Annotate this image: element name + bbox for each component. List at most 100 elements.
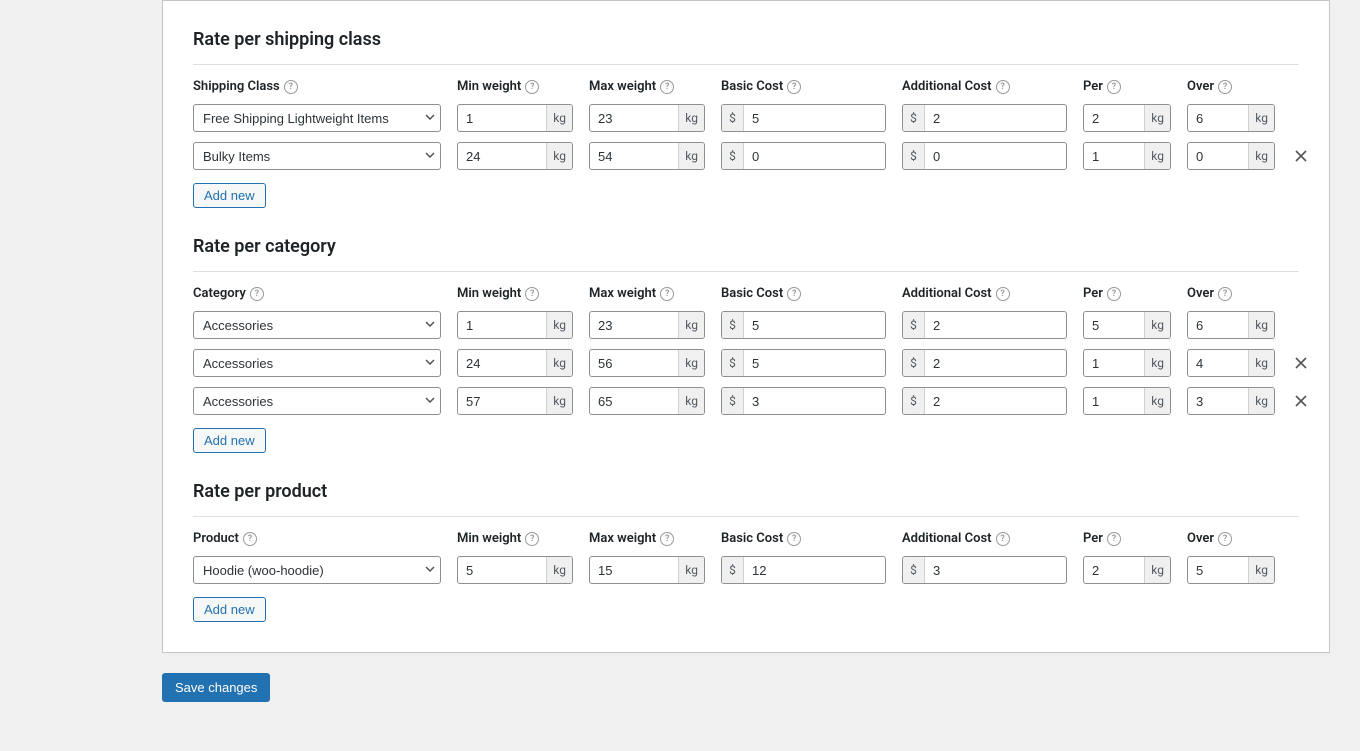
basic-cost-input[interactable] <box>744 557 885 583</box>
help-icon[interactable]: ? <box>787 532 801 546</box>
per-input[interactable] <box>1084 557 1144 583</box>
col-additional-cost: Additional Cost? <box>902 286 1067 301</box>
rate-row: Bulky Itemskgkg$$kgkg <box>193 142 1299 170</box>
settings-panel: Rate per shipping class Shipping Class? … <box>162 0 1330 653</box>
help-icon[interactable]: ? <box>787 287 801 301</box>
additional-cost-input[interactable] <box>925 312 1066 338</box>
add-new-button[interactable]: Add new <box>193 597 266 622</box>
max-weight-input[interactable] <box>590 105 678 131</box>
selector-dropdown[interactable]: Accessories <box>193 311 441 339</box>
basic-cost-input[interactable] <box>744 105 885 131</box>
remove-row-button[interactable] <box>1291 391 1311 411</box>
help-icon[interactable]: ? <box>1107 287 1121 301</box>
selector-dropdown[interactable]: Accessories <box>193 349 441 377</box>
help-icon[interactable]: ? <box>284 80 298 94</box>
help-icon[interactable]: ? <box>660 287 674 301</box>
weight-unit-suffix: kg <box>546 388 572 414</box>
rate-row: Accessorieskgkg$$kgkg <box>193 387 1299 415</box>
col-per: Per? <box>1083 79 1171 94</box>
selector-dropdown[interactable]: Free Shipping Lightweight Items <box>193 104 441 132</box>
help-icon[interactable]: ? <box>660 532 674 546</box>
divider <box>193 271 1299 272</box>
min-weight-input[interactable] <box>458 388 546 414</box>
basic-cost-input[interactable] <box>744 143 885 169</box>
col-min-weight: Min weight? <box>457 286 573 301</box>
additional-cost-input[interactable] <box>925 557 1066 583</box>
currency-prefix: $ <box>722 388 744 414</box>
selector-dropdown[interactable]: Accessories <box>193 387 441 415</box>
currency-prefix: $ <box>903 350 925 376</box>
min-weight-input[interactable] <box>458 557 546 583</box>
weight-unit-suffix: kg <box>1144 557 1170 583</box>
col-min-weight: Min weight? <box>457 79 573 94</box>
per-input[interactable] <box>1084 388 1144 414</box>
help-icon[interactable]: ? <box>787 80 801 94</box>
col-max-weight: Max weight? <box>589 79 705 94</box>
over-input[interactable] <box>1188 105 1248 131</box>
weight-unit-suffix: kg <box>546 105 572 131</box>
help-icon[interactable]: ? <box>1107 532 1121 546</box>
max-weight-input[interactable] <box>590 557 678 583</box>
basic-cost-input[interactable] <box>744 312 885 338</box>
weight-unit-suffix: kg <box>1248 388 1274 414</box>
currency-prefix: $ <box>903 143 925 169</box>
over-input[interactable] <box>1188 388 1248 414</box>
additional-cost-input[interactable] <box>925 388 1066 414</box>
add-new-button[interactable]: Add new <box>193 428 266 453</box>
max-weight-input[interactable] <box>590 143 678 169</box>
help-icon[interactable]: ? <box>243 532 257 546</box>
additional-cost-input[interactable] <box>925 350 1066 376</box>
help-icon[interactable]: ? <box>660 80 674 94</box>
help-icon[interactable]: ? <box>525 80 539 94</box>
weight-unit-suffix: kg <box>546 312 572 338</box>
weight-unit-suffix: kg <box>1248 105 1274 131</box>
additional-cost-input[interactable] <box>925 143 1066 169</box>
help-icon[interactable]: ? <box>1218 80 1232 94</box>
help-icon[interactable]: ? <box>1218 287 1232 301</box>
currency-prefix: $ <box>903 388 925 414</box>
help-icon[interactable]: ? <box>996 287 1010 301</box>
min-weight-input[interactable] <box>458 312 546 338</box>
over-input[interactable] <box>1188 143 1248 169</box>
per-input[interactable] <box>1084 105 1144 131</box>
weight-unit-suffix: kg <box>678 143 704 169</box>
remove-row-button[interactable] <box>1291 353 1311 373</box>
over-input[interactable] <box>1188 312 1248 338</box>
per-input[interactable] <box>1084 312 1144 338</box>
section-title-product: Rate per product <box>193 481 1299 502</box>
min-weight-input[interactable] <box>458 350 546 376</box>
help-icon[interactable]: ? <box>1218 532 1232 546</box>
over-input[interactable] <box>1188 350 1248 376</box>
min-weight-input[interactable] <box>458 105 546 131</box>
basic-cost-input[interactable] <box>744 388 885 414</box>
weight-unit-suffix: kg <box>678 105 704 131</box>
selector-dropdown[interactable]: Bulky Items <box>193 142 441 170</box>
max-weight-input[interactable] <box>590 312 678 338</box>
help-icon[interactable]: ? <box>996 80 1010 94</box>
weight-unit-suffix: kg <box>678 388 704 414</box>
remove-row-button[interactable] <box>1291 146 1311 166</box>
over-input[interactable] <box>1188 557 1248 583</box>
weight-unit-suffix: kg <box>1144 143 1170 169</box>
rate-row: Free Shipping Lightweight Itemskgkg$$kgk… <box>193 104 1299 132</box>
per-input[interactable] <box>1084 350 1144 376</box>
max-weight-input[interactable] <box>590 388 678 414</box>
help-icon[interactable]: ? <box>525 532 539 546</box>
currency-prefix: $ <box>722 143 744 169</box>
max-weight-input[interactable] <box>590 350 678 376</box>
per-input[interactable] <box>1084 143 1144 169</box>
selector-dropdown[interactable]: Hoodie (woo-hoodie) <box>193 556 441 584</box>
currency-prefix: $ <box>722 557 744 583</box>
add-new-button[interactable]: Add new <box>193 183 266 208</box>
help-icon[interactable]: ? <box>250 287 264 301</box>
min-weight-input[interactable] <box>458 143 546 169</box>
help-icon[interactable]: ? <box>1107 80 1121 94</box>
currency-prefix: $ <box>722 350 744 376</box>
save-button[interactable]: Save changes <box>162 673 270 702</box>
basic-cost-input[interactable] <box>744 350 885 376</box>
help-icon[interactable]: ? <box>996 532 1010 546</box>
currency-prefix: $ <box>903 312 925 338</box>
additional-cost-input[interactable] <box>925 105 1066 131</box>
col-per: Per? <box>1083 286 1171 301</box>
help-icon[interactable]: ? <box>525 287 539 301</box>
